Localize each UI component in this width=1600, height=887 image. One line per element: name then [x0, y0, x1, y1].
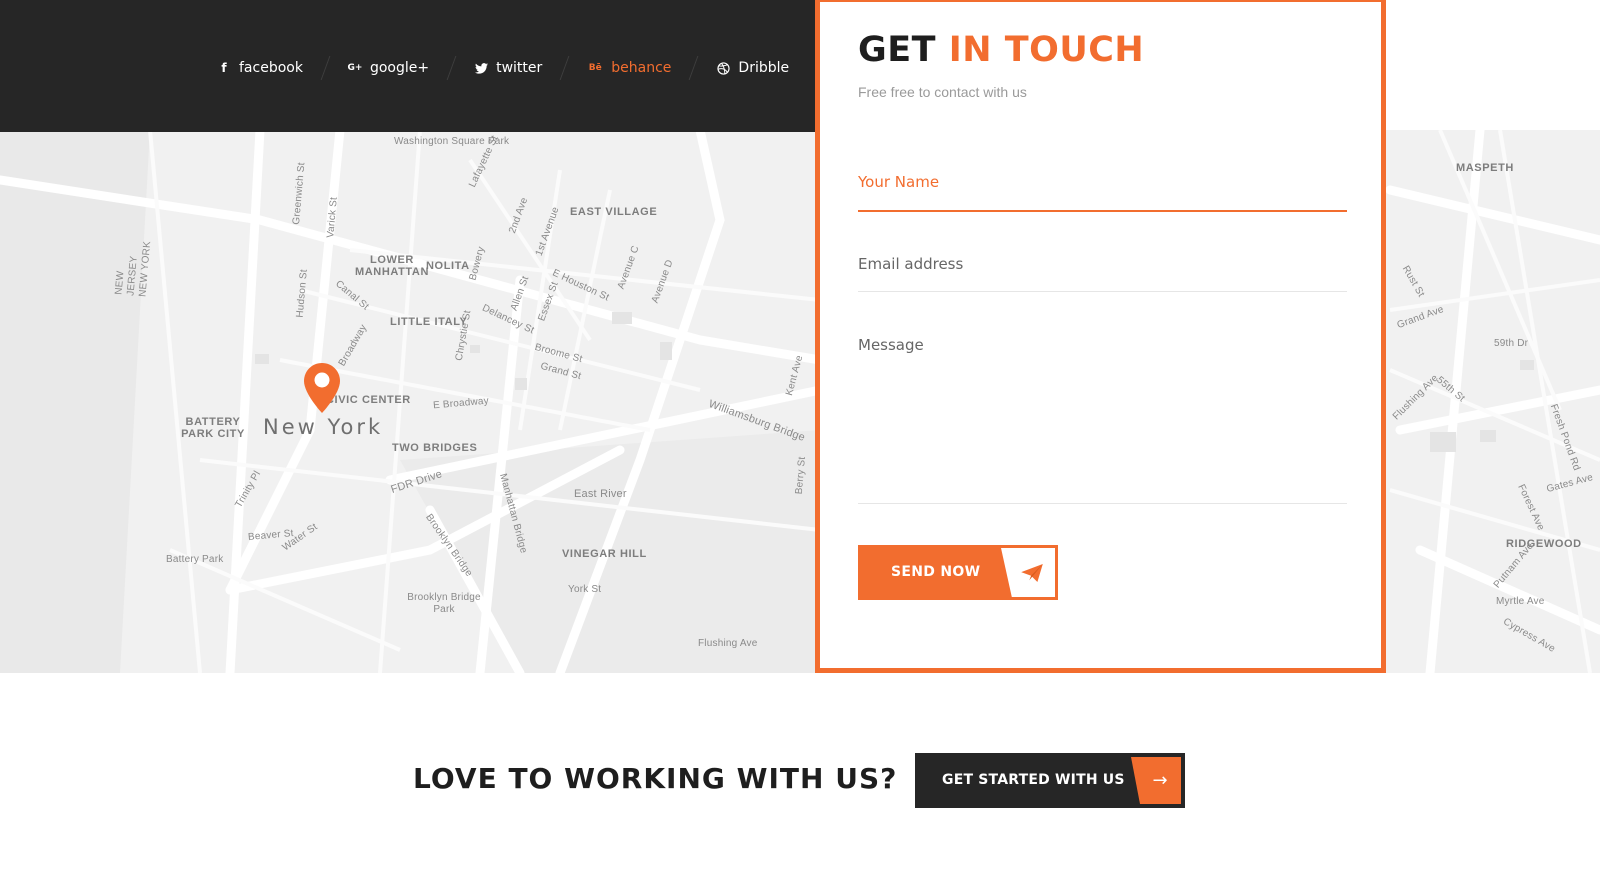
social-link-twitter[interactable]: twitter — [474, 60, 542, 76]
contact-subtitle: Free free to contact with us — [858, 84, 1027, 100]
name-field — [858, 172, 1347, 212]
social-link-behance[interactable]: Bē behance — [587, 60, 672, 76]
map-label-east-village: EAST VILLAGE — [570, 206, 658, 218]
message-input[interactable] — [858, 336, 1347, 486]
contact-form-card: GET IN TOUCH Free free to contact with u… — [815, 0, 1386, 673]
map-label-york-st: York St — [568, 584, 602, 595]
social-bar: f facebook G+ google+ twitter Bē behance… — [0, 0, 816, 132]
map-label-battery-park: Battery Park — [166, 554, 224, 565]
map-label-maspeth: MASPETH — [1456, 162, 1514, 174]
paper-plane-icon — [1001, 548, 1055, 597]
social-divider — [689, 56, 699, 80]
behance-icon: Bē — [588, 63, 602, 73]
map-label-myrtle-ave: Myrtle Ave — [1496, 596, 1545, 607]
send-now-label: SEND NOW — [891, 564, 981, 580]
send-now-button[interactable]: SEND NOW — [858, 545, 1058, 600]
social-link-facebook[interactable]: f facebook — [217, 60, 303, 76]
social-links: f facebook G+ google+ twitter Bē behance… — [217, 56, 789, 80]
social-divider — [320, 56, 331, 80]
contact-title-accent: IN TOUCH — [948, 30, 1145, 70]
map-label-59th-dr: 59th Dr — [1494, 338, 1529, 349]
map-label-lower-manhattan: LOWER MANHATTAN — [354, 254, 430, 278]
map-label-east-river: East River — [574, 488, 627, 500]
map-pin-icon[interactable] — [303, 362, 341, 414]
map-city-label: New York — [263, 415, 384, 439]
map-label-brooklyn-bridge-park: Brooklyn Bridge Park — [407, 592, 481, 615]
dribbble-icon — [716, 61, 730, 75]
social-divider — [446, 56, 457, 80]
social-divider — [559, 56, 570, 80]
email-input[interactable] — [858, 255, 1347, 273]
map-label-flushing-ave: Flushing Ave — [698, 638, 758, 649]
arrow-right-icon: → — [1131, 757, 1181, 804]
social-label: behance — [611, 60, 672, 76]
map-label-vinegar-hill: VINEGAR HILL — [562, 548, 647, 560]
name-input[interactable] — [858, 173, 1347, 191]
google-plus-icon: G+ — [347, 63, 363, 73]
message-field — [858, 336, 1347, 504]
cta-heading: LOVE TO WORKING WITH US? — [413, 762, 898, 795]
social-label: Dribble — [738, 60, 790, 76]
get-started-label: GET STARTED WITH US — [942, 772, 1125, 788]
map-label-little-italy: LITTLE ITALY — [390, 316, 468, 328]
facebook-icon: f — [221, 61, 227, 75]
map-label-battery-park-city: BATTERY PARK CITY — [181, 416, 245, 440]
map-label-two-bridges: TWO BRIDGES — [392, 442, 478, 454]
email-field — [858, 254, 1347, 292]
social-label: twitter — [496, 60, 543, 76]
social-label: facebook — [239, 60, 303, 76]
contact-title: GET IN TOUCH — [858, 30, 1144, 70]
map-label-ridgewood: RIDGEWOOD — [1506, 538, 1582, 550]
social-label: google+ — [369, 60, 430, 76]
social-link-google-plus[interactable]: G+ google+ — [347, 60, 430, 76]
get-started-button[interactable]: GET STARTED WITH US → — [915, 753, 1185, 808]
contact-title-main: GET — [858, 30, 937, 70]
twitter-icon — [474, 61, 488, 75]
map-label-state-line: NEW JERSEY NEW YORK — [113, 240, 154, 298]
map-label-nolita: NOLITA — [426, 260, 470, 272]
social-link-dribbble[interactable]: Dribble — [716, 60, 789, 76]
